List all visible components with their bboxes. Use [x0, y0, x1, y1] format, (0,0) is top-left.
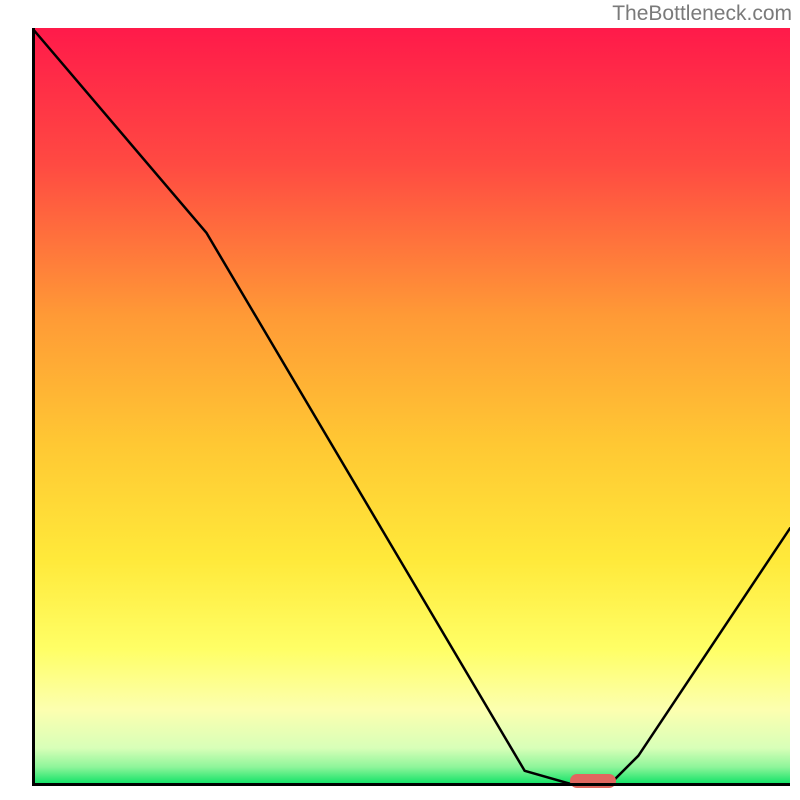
- gradient-background: [32, 28, 790, 786]
- chart-plot-area: [32, 28, 790, 786]
- optimal-range-marker: [570, 774, 615, 788]
- watermark-text: TheBottleneck.com: [612, 2, 792, 26]
